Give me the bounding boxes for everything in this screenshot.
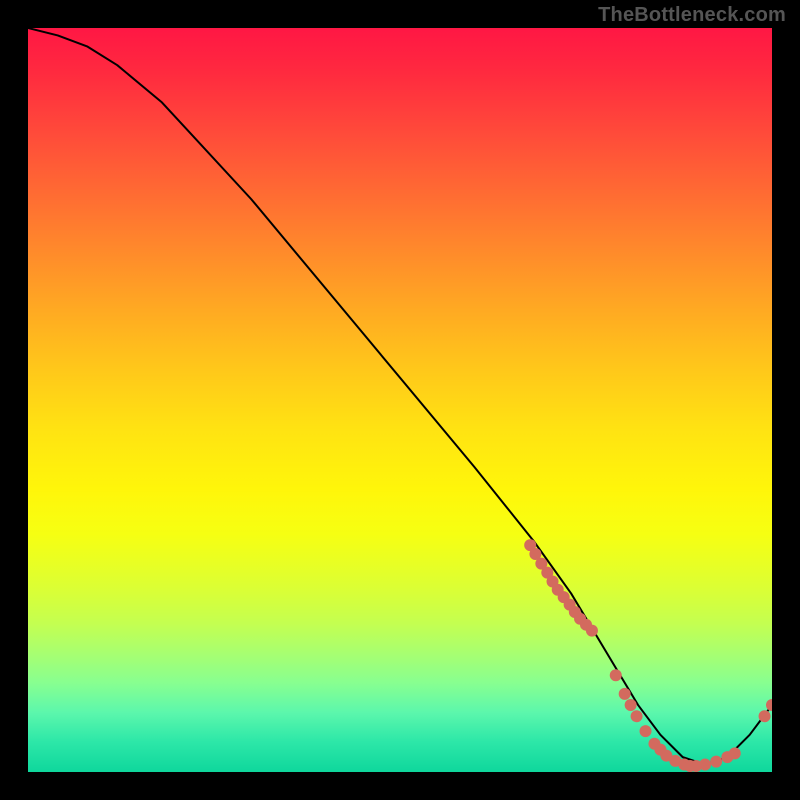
point-valley-cluster bbox=[625, 699, 637, 711]
point-upper-cluster bbox=[586, 625, 598, 637]
point-valley-cluster bbox=[710, 756, 722, 768]
point-valley-cluster bbox=[610, 669, 622, 681]
series-curve bbox=[28, 28, 772, 765]
watermark-text: TheBottleneck.com bbox=[598, 4, 786, 27]
point-valley-cluster bbox=[699, 759, 711, 771]
point-valley-cluster bbox=[631, 710, 643, 722]
point-valley-cluster bbox=[619, 688, 631, 700]
point-right-tail bbox=[759, 710, 771, 722]
point-right-tail bbox=[766, 699, 772, 711]
chart-stage: TheBottleneck.com bbox=[0, 0, 800, 800]
point-valley-cluster bbox=[640, 725, 652, 737]
chart-svg bbox=[28, 28, 772, 772]
plot-area bbox=[28, 28, 772, 772]
point-valley-cluster bbox=[729, 747, 741, 759]
